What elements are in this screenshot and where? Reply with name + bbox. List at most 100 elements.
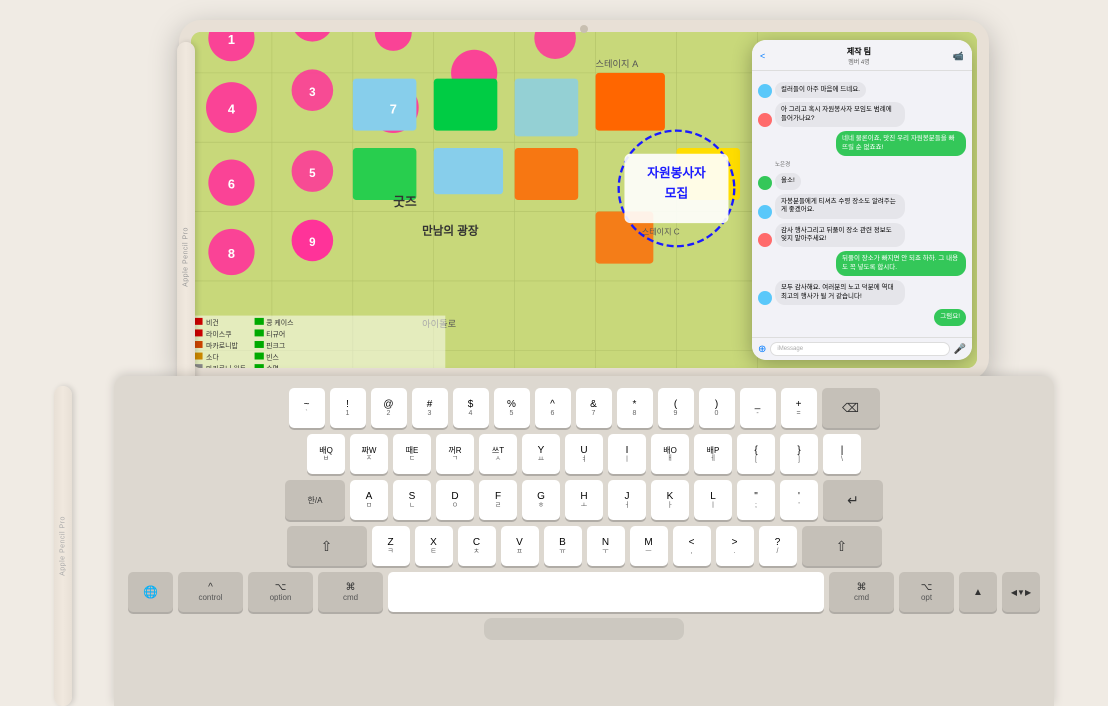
key-v[interactable]: Vㅍ [501,526,539,566]
keyboard-row-numbers: ~` !1 @2 #3 $4 %5 ^6 &7 *8 (9 )0 _- += ⌫ [128,388,1040,428]
key-m[interactable]: Mㅡ [630,526,668,566]
key-f[interactable]: Fㄹ [479,480,517,520]
keyboard-row-zxcv: ⇧ Zㅋ Xㅌ Cㅊ Vㅍ Bㅠ Nㅜ Mㅡ <, >. ?/ ⇧ [128,526,1040,566]
message-row: 모두 감사해요. 여러분의 노고 덕분에 역대 최고의 행사가 될 거 같습니다… [758,280,966,305]
svg-text:8: 8 [228,246,235,261]
svg-text:자원봉사자: 자원봉사자 [647,165,706,180]
video-call-button[interactable]: 📹 [953,51,964,62]
key-bracket-left[interactable]: {[ [737,434,775,474]
svg-text:7: 7 [390,101,397,116]
key-cmd-left[interactable]: ⌘ cmd [318,572,383,612]
key-tilde[interactable]: ~` [289,388,325,428]
key-7[interactable]: &7 [576,388,612,428]
key-z[interactable]: Zㅋ [372,526,410,566]
message-row: 네네 물론이죠, 맛진 우리 자원봉분들을 빠뜨릴 순 없죠죠! [758,131,966,156]
key-o[interactable]: 배Oㅐ [651,434,689,474]
key-w[interactable]: 짜Wㅈ [350,434,388,474]
key-t[interactable]: 쓰Tㅅ [479,434,517,474]
key-r[interactable]: 꺼Rㄱ [436,434,474,474]
pencil-side-label: Apple Pencil Pro [60,516,67,576]
key-e[interactable]: 때Eㄷ [393,434,431,474]
key-control[interactable]: ^ control [178,572,243,612]
key-option-right[interactable]: ⌥ opt [899,572,954,612]
keyboard-body: ~` !1 @2 #3 $4 %5 ^6 &7 *8 (9 )0 _- += ⌫… [114,376,1054,706]
message-text-field[interactable]: iMessage [770,342,949,356]
keyboard-row-asdf: 한/A Aㅁ Sㄴ Dㅇ Fㄹ Gㅎ Hㅗ Jㅓ Kㅏ Lㅣ "; '' ↵ [128,480,1040,520]
key-h[interactable]: Hㅗ [565,480,603,520]
key-d[interactable]: Dㅇ [436,480,474,520]
svg-text:3: 3 [309,87,315,99]
add-attachment-icon[interactable]: ⊕ [758,344,766,355]
message-bubble: 올소! [775,173,801,189]
key-1[interactable]: !1 [330,388,366,428]
key-comma[interactable]: <, [673,526,711,566]
key-shift-left[interactable]: ⇧ [287,526,367,566]
key-u[interactable]: Uㅕ [565,434,603,474]
key-space[interactable] [388,572,824,612]
svg-text:비건: 비건 [206,318,219,327]
messages-back-button[interactable]: < [760,51,765,61]
key-globe[interactable]: 🌐 [128,572,173,612]
key-p[interactable]: 배Pㅔ [694,434,732,474]
key-4[interactable]: $4 [453,388,489,428]
messages-group-name: 제작 팀 [847,46,871,57]
avatar [758,205,772,219]
key-c[interactable]: Cㅊ [458,526,496,566]
key-bracket-right[interactable]: }] [780,434,818,474]
ipad-body: 1 2 4 3 6 5 7 8 9 음악 댄스 부 스테 [179,20,989,380]
message-row: 아 그리고 혹시 자원봉사자 모임도 범례에 들어가나요? [758,102,966,127]
key-q[interactable]: 배Qㅂ [307,434,345,474]
key-y[interactable]: Yㅛ [522,434,560,474]
key-g[interactable]: Gㅎ [522,480,560,520]
key-5[interactable]: %5 [494,388,530,428]
microphone-icon[interactable]: 🎤 [954,344,966,355]
keyboard-row-qwerty: 배Qㅂ 짜Wㅈ 때Eㄷ 꺼Rㄱ 쓰Tㅅ Yㅛ Uㅕ Iㅣ 배Oㅐ 배Pㅔ {[ … [128,434,1040,474]
key-i[interactable]: Iㅣ [608,434,646,474]
messages-panel: < 제작 팀 멤버 4명 📹 컬러들이 아주 마음에 드네요. [752,40,972,360]
key-return[interactable]: ↵ [823,480,883,520]
ipad-device: 1 2 4 3 6 5 7 8 9 음악 댄스 부 스테 [119,20,989,380]
message-row: 컬러들이 아주 마음에 드네요. [758,82,966,98]
key-k[interactable]: Kㅏ [651,480,689,520]
key-semicolon[interactable]: "; [737,480,775,520]
svg-text:만남의 광장: 만남의 광장 [422,224,479,238]
key-s[interactable]: Sㄴ [393,480,431,520]
key-x[interactable]: Xㅌ [415,526,453,566]
svg-text:티규어: 티규어 [266,329,285,338]
key-a[interactable]: Aㅁ [350,480,388,520]
key-n[interactable]: Nㅜ [587,526,625,566]
key-l[interactable]: Lㅣ [694,480,732,520]
svg-text:콩 케이스: 콩 케이스 [266,318,294,327]
message-row: 감사 행사그리고 뒤풀이 장소 관련 정보도 잊지 말아주세요! [758,223,966,248]
key-han-a[interactable]: 한/A [285,480,345,520]
key-b[interactable]: Bㅠ [544,526,582,566]
key-6[interactable]: ^6 [535,388,571,428]
key-backslash[interactable]: |\ [823,434,861,474]
touchpad[interactable] [484,618,684,640]
pencil-keyboard-side: Apple Pencil Pro [54,386,72,706]
key-equals[interactable]: += [781,388,817,428]
key-delete[interactable]: ⌫ [822,388,880,428]
avatar [758,291,772,305]
key-quote[interactable]: '' [780,480,818,520]
magic-keyboard: Apple Pencil Pro ~` !1 @2 #3 $4 %5 ^6 &7… [54,376,1054,706]
key-option-left[interactable]: ⌥ option [248,572,313,612]
key-arrows-left-down-right[interactable]: ◀▼▶ [1002,572,1040,612]
key-2[interactable]: @2 [371,388,407,428]
key-9[interactable]: (9 [658,388,694,428]
key-arrow-up[interactable]: ▲ [959,572,997,612]
key-3[interactable]: #3 [412,388,448,428]
key-cmd-right[interactable]: ⌘ cmd [829,572,894,612]
game-map: 1 2 4 3 6 5 7 8 9 음악 댄스 부 스테 [191,32,977,368]
key-period[interactable]: >. [716,526,754,566]
key-8[interactable]: *8 [617,388,653,428]
message-row: 뒤풀이 장소가 빠지면 안 되죠 하하. 그 내용도 꼭 넣도록 합시다. [758,251,966,276]
key-0[interactable]: )0 [699,388,735,428]
messages-input-area[interactable]: ⊕ iMessage 🎤 [752,337,972,360]
key-minus[interactable]: _- [740,388,776,428]
key-shift-right[interactable]: ⇧ [802,526,882,566]
message-bubble: 아 그리고 혹시 자원봉사자 모임도 범례에 들어가나요? [775,102,905,127]
key-slash[interactable]: ?/ [759,526,797,566]
svg-text:굿즈: 굿즈 [393,194,417,209]
key-j[interactable]: Jㅓ [608,480,646,520]
